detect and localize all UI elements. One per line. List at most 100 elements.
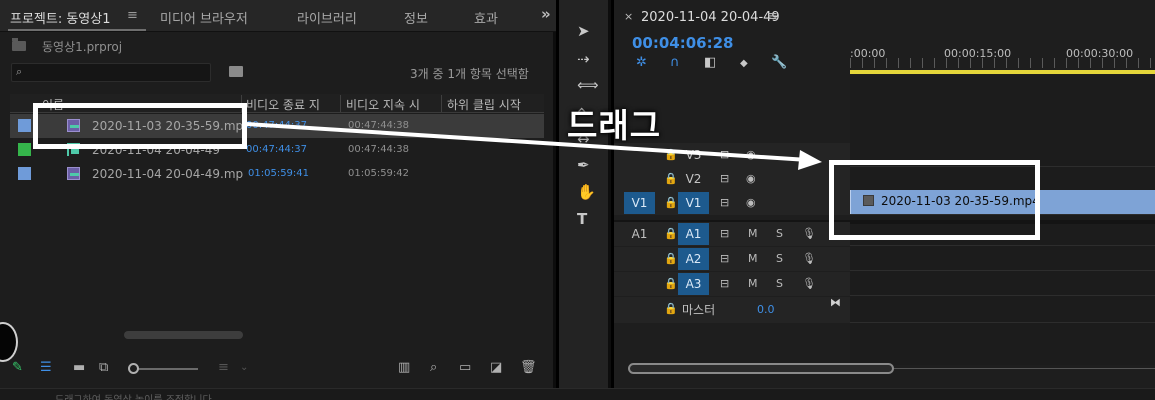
track-a3[interactable]: 🔒 A3 ⊟ M S 🎙 xyxy=(614,272,1155,296)
selection-count: 3개 중 1개 항목 선택함 xyxy=(410,67,529,81)
item-video-duration: 00:47:44:38 xyxy=(348,120,410,131)
solo-button[interactable]: S xyxy=(776,252,783,265)
column-header-video-end[interactable]: 비디오 종료 지 xyxy=(246,96,338,112)
microphone-icon[interactable]: 🎙 xyxy=(802,227,816,240)
sync-lock-icon[interactable]: ⊟ xyxy=(720,227,729,240)
active-tab-indicator xyxy=(8,29,146,31)
lock-icon[interactable]: 🔒 xyxy=(664,148,678,161)
wrench-icon[interactable]: 🔧 xyxy=(771,55,787,70)
track-name[interactable]: A1 xyxy=(678,223,709,245)
label-color-swatch[interactable] xyxy=(18,143,31,156)
nest-toggle-icon[interactable]: ✲ xyxy=(636,55,647,70)
pen-icon[interactable]: ✒ xyxy=(577,156,590,174)
eye-icon[interactable]: ◉ xyxy=(746,196,756,209)
eye-icon[interactable]: ◉ xyxy=(746,172,756,185)
tab-effects[interactable]: 효과 xyxy=(474,8,498,27)
highlight-box-source xyxy=(33,103,247,149)
column-divider[interactable] xyxy=(441,95,442,112)
project-search-input[interactable] xyxy=(30,65,206,80)
lock-icon[interactable]: 🔒 xyxy=(664,227,678,240)
track-name[interactable]: A2 xyxy=(678,248,709,270)
sync-lock-icon[interactable]: ⊟ xyxy=(720,252,729,265)
tab-overflow-icon[interactable]: » xyxy=(541,5,551,23)
column-header-subclip-start[interactable]: 하위 클립 시작 xyxy=(447,96,542,112)
master-volume-value[interactable]: 0.0 xyxy=(757,303,775,316)
sync-lock-icon[interactable]: ⊟ xyxy=(720,148,729,161)
new-bin-icon[interactable]: ▭ xyxy=(459,360,471,375)
find-icon[interactable]: ⌕ xyxy=(430,360,437,375)
track-name[interactable]: A3 xyxy=(678,273,709,295)
column-header-video-duration[interactable]: 비디오 지속 시 xyxy=(346,96,438,112)
track-select-icon[interactable]: ⇢ xyxy=(577,50,590,68)
snap-icon[interactable]: ∩ xyxy=(670,55,680,70)
linked-selection-icon[interactable]: ◧ xyxy=(704,55,716,70)
item-name: 2020-11-04 20-04-49.mp xyxy=(92,167,244,181)
list-view-icon[interactable]: ☰ xyxy=(40,360,52,375)
status-text: 드래그하여 동영상 높이를 조정합니다 xyxy=(55,391,212,400)
freeform-view-icon[interactable]: ⧉ xyxy=(99,360,108,375)
status-bar: 드래그하여 동영상 높이를 조정합니다 xyxy=(0,388,1155,400)
work-area-bar[interactable] xyxy=(850,70,1155,74)
horizontal-scrollbar[interactable] xyxy=(124,331,243,339)
microphone-icon[interactable]: 🎙 xyxy=(802,252,816,265)
column-divider[interactable] xyxy=(340,95,341,112)
video-clip-icon xyxy=(67,167,80,180)
sequence-menu-icon[interactable]: ≡ xyxy=(767,9,778,24)
chevron-down-icon[interactable]: ⌄ xyxy=(240,362,248,373)
selection-tool-icon[interactable]: ➤ xyxy=(577,22,590,40)
time-ruler[interactable]: :00:00 00:00:15:00 00:00:30:00 xyxy=(850,30,1155,75)
type-icon[interactable]: T xyxy=(577,210,587,228)
track-name[interactable]: V3 xyxy=(678,144,709,166)
icon-view-icon[interactable]: ▬ xyxy=(73,360,85,375)
new-item-icon[interactable]: ◪ xyxy=(490,360,502,375)
tab-libraries[interactable]: 라이브러리 xyxy=(297,8,357,27)
zoom-slider-track[interactable] xyxy=(133,368,198,370)
hand-icon[interactable]: ✋ xyxy=(577,183,596,201)
track-name[interactable]: V1 xyxy=(678,192,709,214)
tab-media-browser[interactable]: 미디어 브라우저 xyxy=(160,8,248,27)
close-icon[interactable]: × xyxy=(624,10,633,23)
sequence-tab-title[interactable]: 2020-11-04 20-04-49 xyxy=(641,10,780,25)
new-search-bin-icon[interactable] xyxy=(229,66,243,77)
track-name[interactable]: V2 xyxy=(678,168,709,190)
mute-button[interactable]: M xyxy=(748,252,758,265)
item-video-end: 01:05:59:41 xyxy=(248,168,310,179)
item-video-end: 00:47:44:37 xyxy=(246,144,308,155)
source-patch-v1[interactable]: V1 xyxy=(624,192,655,214)
track-master[interactable]: 🔒 마스터 0.0 xyxy=(614,297,1155,323)
automate-to-sequence-icon[interactable]: ▥ xyxy=(398,360,410,375)
tab-project[interactable]: 프로젝트: 동영상1 xyxy=(10,8,111,27)
trash-icon[interactable]: 🗑 xyxy=(520,360,537,375)
sync-lock-icon[interactable]: ⊟ xyxy=(720,172,729,185)
project-search-box[interactable]: ⌕ xyxy=(11,63,211,82)
zoom-slider-thumb[interactable] xyxy=(128,363,139,374)
mute-button[interactable]: M xyxy=(748,227,758,240)
lock-icon[interactable]: 🔒 xyxy=(664,252,678,265)
solo-button[interactable]: S xyxy=(776,227,783,240)
mute-button[interactable]: M xyxy=(748,277,758,290)
lock-icon[interactable]: 🔒 xyxy=(664,302,678,315)
timeline-zoom-scrollbar[interactable] xyxy=(628,363,894,374)
sort-icon[interactable]: ≡ xyxy=(218,360,229,375)
label-color-swatch[interactable] xyxy=(18,167,31,180)
lock-icon[interactable]: 🔒 xyxy=(664,196,678,209)
add-marker-icon[interactable]: ◆ xyxy=(740,58,748,69)
track-a2[interactable]: 🔒 A2 ⊟ M S 🎙 xyxy=(614,247,1155,271)
tab-info[interactable]: 정보 xyxy=(404,8,428,27)
label-color-swatch[interactable] xyxy=(18,119,31,132)
playhead-timecode[interactable]: 00:04:06:28 xyxy=(632,34,734,52)
lock-icon[interactable]: 🔒 xyxy=(664,277,678,290)
lock-icon[interactable]: 🔒 xyxy=(664,172,678,185)
sync-lock-icon[interactable]: ⊟ xyxy=(720,277,729,290)
list-item[interactable]: 2020-11-04 20-04-49.mp 01:05:59:41 01:05… xyxy=(10,162,544,186)
source-patch-a1[interactable]: A1 xyxy=(624,223,655,245)
eye-icon[interactable]: ◉ xyxy=(746,148,756,161)
solo-button[interactable]: S xyxy=(776,277,783,290)
go-to-end-icon[interactable]: ⧓ xyxy=(830,296,841,309)
pencil-icon[interactable]: ✎ xyxy=(12,360,23,375)
tab-menu-icon[interactable]: ≡ xyxy=(127,8,138,23)
microphone-icon[interactable]: 🎙 xyxy=(802,277,816,290)
sync-lock-icon[interactable]: ⊟ xyxy=(720,196,729,209)
item-video-duration: 00:47:44:38 xyxy=(348,144,410,155)
ripple-edit-icon[interactable]: ⟺ xyxy=(577,76,599,94)
